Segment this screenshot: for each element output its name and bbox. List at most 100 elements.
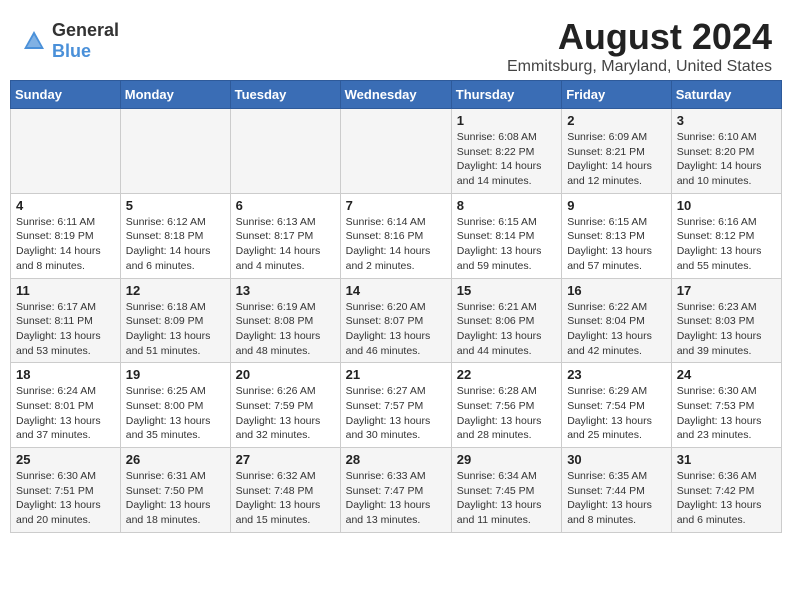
day-info: Sunrise: 6:09 AM Sunset: 8:21 PM Dayligh… (567, 130, 666, 189)
calendar-cell: 28Sunrise: 6:33 AM Sunset: 7:47 PM Dayli… (340, 448, 451, 533)
day-of-week-header: Tuesday (230, 81, 340, 109)
day-info: Sunrise: 6:26 AM Sunset: 7:59 PM Dayligh… (236, 384, 335, 443)
title-area: August 2024 Emmitsburg, Maryland, United… (507, 16, 772, 76)
day-info: Sunrise: 6:08 AM Sunset: 8:22 PM Dayligh… (457, 130, 556, 189)
subtitle: Emmitsburg, Maryland, United States (507, 58, 772, 76)
day-info: Sunrise: 6:10 AM Sunset: 8:20 PM Dayligh… (677, 130, 776, 189)
calendar-cell: 24 Sunrise: 6:30 AM Sunset: 7:53 PM Dayli… (671, 363, 781, 448)
day-number: 3 (677, 113, 776, 128)
day-info: Sunrise: 6:31 AM Sunset: 7:50 PM Dayligh… (126, 469, 225, 528)
calendar-table: SundayMondayTuesdayWednesdayThursdayFrid… (10, 80, 782, 533)
calendar-cell: 11 Sunrise: 6:17 AM Sunset: 8:11 PM Dayli… (11, 278, 121, 363)
calendar-week-row: 11 Sunrise: 6:17 AM Sunset: 8:11 PM Dayli… (11, 278, 782, 363)
day-number: 19 (126, 367, 225, 382)
day-info: Sunrise: 6:25 AM Sunset: 8:00 PM Dayligh… (126, 384, 225, 443)
calendar-cell: 21Sunrise: 6:27 AM Sunset: 7:57 PM Dayli… (340, 363, 451, 448)
calendar-cell: 7 Sunrise: 6:14 AM Sunset: 8:16 PM Daylig… (340, 193, 451, 278)
day-info: Sunrise: 6:29 AM Sunset: 7:54 PM Dayligh… (567, 384, 666, 443)
days-of-week-row: SundayMondayTuesdayWednesdayThursdayFrid… (11, 81, 782, 109)
day-number: 10 (677, 198, 776, 213)
calendar-cell: 13Sunrise: 6:19 AM Sunset: 8:08 PM Dayli… (230, 278, 340, 363)
day-number: 17 (677, 283, 776, 298)
calendar-cell: 2 Sunrise: 6:09 AM Sunset: 8:21 PM Daylig… (562, 109, 672, 194)
day-info: Sunrise: 6:28 AM Sunset: 7:56 PM Dayligh… (457, 384, 556, 443)
day-number: 7 (346, 198, 446, 213)
calendar-cell (340, 109, 451, 194)
day-info: Sunrise: 6:23 AM Sunset: 8:03 PM Dayligh… (677, 300, 776, 359)
calendar-cell: 27Sunrise: 6:32 AM Sunset: 7:48 PM Dayli… (230, 448, 340, 533)
calendar-cell: 18Sunrise: 6:24 AM Sunset: 8:01 PM Dayli… (11, 363, 121, 448)
day-info: Sunrise: 6:35 AM Sunset: 7:44 PM Dayligh… (567, 469, 666, 528)
day-info: Sunrise: 6:17 AM Sunset: 8:11 PM Dayligh… (16, 300, 115, 359)
calendar-cell: 8Sunrise: 6:15 AM Sunset: 8:14 PM Daylig… (451, 193, 561, 278)
main-title: August 2024 (507, 16, 772, 58)
day-number: 6 (236, 198, 335, 213)
day-info: Sunrise: 6:36 AM Sunset: 7:42 PM Dayligh… (677, 469, 776, 528)
calendar-week-row: 18Sunrise: 6:24 AM Sunset: 8:01 PM Dayli… (11, 363, 782, 448)
day-number: 21 (346, 367, 446, 382)
calendar-cell: 29 Sunrise: 6:34 AM Sunset: 7:45 PM Dayli… (451, 448, 561, 533)
day-number: 1 (457, 113, 556, 128)
day-info: Sunrise: 6:21 AM Sunset: 8:06 PM Dayligh… (457, 300, 556, 359)
calendar-header: SundayMondayTuesdayWednesdayThursdayFrid… (11, 81, 782, 109)
day-info: Sunrise: 6:14 AM Sunset: 8:16 PM Dayligh… (346, 215, 446, 274)
day-number: 5 (126, 198, 225, 213)
calendar-cell: 16 Sunrise: 6:22 AM Sunset: 8:04 PM Dayli… (562, 278, 672, 363)
calendar-cell: 31 Sunrise: 6:36 AM Sunset: 7:42 PM Dayli… (671, 448, 781, 533)
day-number: 31 (677, 452, 776, 467)
calendar-cell: 1 Sunrise: 6:08 AM Sunset: 8:22 PM Daylig… (451, 109, 561, 194)
day-info: Sunrise: 6:24 AM Sunset: 8:01 PM Dayligh… (16, 384, 115, 443)
calendar-cell (120, 109, 230, 194)
day-of-week-header: Wednesday (340, 81, 451, 109)
calendar-cell: 19 Sunrise: 6:25 AM Sunset: 8:00 PM Dayli… (120, 363, 230, 448)
calendar-cell: 4 Sunrise: 6:11 AM Sunset: 8:19 PM Daylig… (11, 193, 121, 278)
day-number: 2 (567, 113, 666, 128)
calendar-cell: 30 Sunrise: 6:35 AM Sunset: 7:44 PM Dayli… (562, 448, 672, 533)
logo-icon (20, 27, 48, 55)
day-number: 15 (457, 283, 556, 298)
day-info: Sunrise: 6:11 AM Sunset: 8:19 PM Dayligh… (16, 215, 115, 274)
day-info: Sunrise: 6:32 AM Sunset: 7:48 PM Dayligh… (236, 469, 335, 528)
day-number: 9 (567, 198, 666, 213)
logo-blue-text: Blue (52, 41, 91, 61)
day-number: 29 (457, 452, 556, 467)
day-number: 16 (567, 283, 666, 298)
page-header: General Blue August 2024 Emmitsburg, Mar… (0, 0, 792, 80)
day-info: Sunrise: 6:15 AM Sunset: 8:14 PM Dayligh… (457, 215, 556, 274)
calendar-cell: 10 Sunrise: 6:16 AM Sunset: 8:12 PM Dayli… (671, 193, 781, 278)
calendar-cell: 25Sunrise: 6:30 AM Sunset: 7:51 PM Dayli… (11, 448, 121, 533)
calendar-cell: 5Sunrise: 6:12 AM Sunset: 8:18 PM Daylig… (120, 193, 230, 278)
calendar-week-row: 25Sunrise: 6:30 AM Sunset: 7:51 PM Dayli… (11, 448, 782, 533)
calendar-week-row: 4 Sunrise: 6:11 AM Sunset: 8:19 PM Daylig… (11, 193, 782, 278)
day-info: Sunrise: 6:22 AM Sunset: 8:04 PM Dayligh… (567, 300, 666, 359)
day-of-week-header: Saturday (671, 81, 781, 109)
calendar-cell: 14Sunrise: 6:20 AM Sunset: 8:07 PM Dayli… (340, 278, 451, 363)
day-number: 26 (126, 452, 225, 467)
day-number: 4 (16, 198, 115, 213)
day-info: Sunrise: 6:34 AM Sunset: 7:45 PM Dayligh… (457, 469, 556, 528)
day-of-week-header: Sunday (11, 81, 121, 109)
calendar-cell: 20 Sunrise: 6:26 AM Sunset: 7:59 PM Dayli… (230, 363, 340, 448)
day-of-week-header: Friday (562, 81, 672, 109)
day-info: Sunrise: 6:16 AM Sunset: 8:12 PM Dayligh… (677, 215, 776, 274)
calendar-cell (11, 109, 121, 194)
day-info: Sunrise: 6:18 AM Sunset: 8:09 PM Dayligh… (126, 300, 225, 359)
day-number: 13 (236, 283, 335, 298)
day-number: 23 (567, 367, 666, 382)
logo-general-text: General (52, 20, 119, 40)
day-info: Sunrise: 6:20 AM Sunset: 8:07 PM Dayligh… (346, 300, 446, 359)
day-number: 12 (126, 283, 225, 298)
day-number: 30 (567, 452, 666, 467)
day-number: 11 (16, 283, 115, 298)
day-number: 28 (346, 452, 446, 467)
day-number: 25 (16, 452, 115, 467)
calendar-cell: 26 Sunrise: 6:31 AM Sunset: 7:50 PM Dayli… (120, 448, 230, 533)
day-number: 22 (457, 367, 556, 382)
day-number: 24 (677, 367, 776, 382)
day-info: Sunrise: 6:30 AM Sunset: 7:53 PM Dayligh… (677, 384, 776, 443)
day-number: 20 (236, 367, 335, 382)
calendar-cell: 3 Sunrise: 6:10 AM Sunset: 8:20 PM Daylig… (671, 109, 781, 194)
calendar-cell: 17 Sunrise: 6:23 AM Sunset: 8:03 PM Dayli… (671, 278, 781, 363)
calendar-cell: 15 Sunrise: 6:21 AM Sunset: 8:06 PM Dayli… (451, 278, 561, 363)
day-of-week-header: Monday (120, 81, 230, 109)
